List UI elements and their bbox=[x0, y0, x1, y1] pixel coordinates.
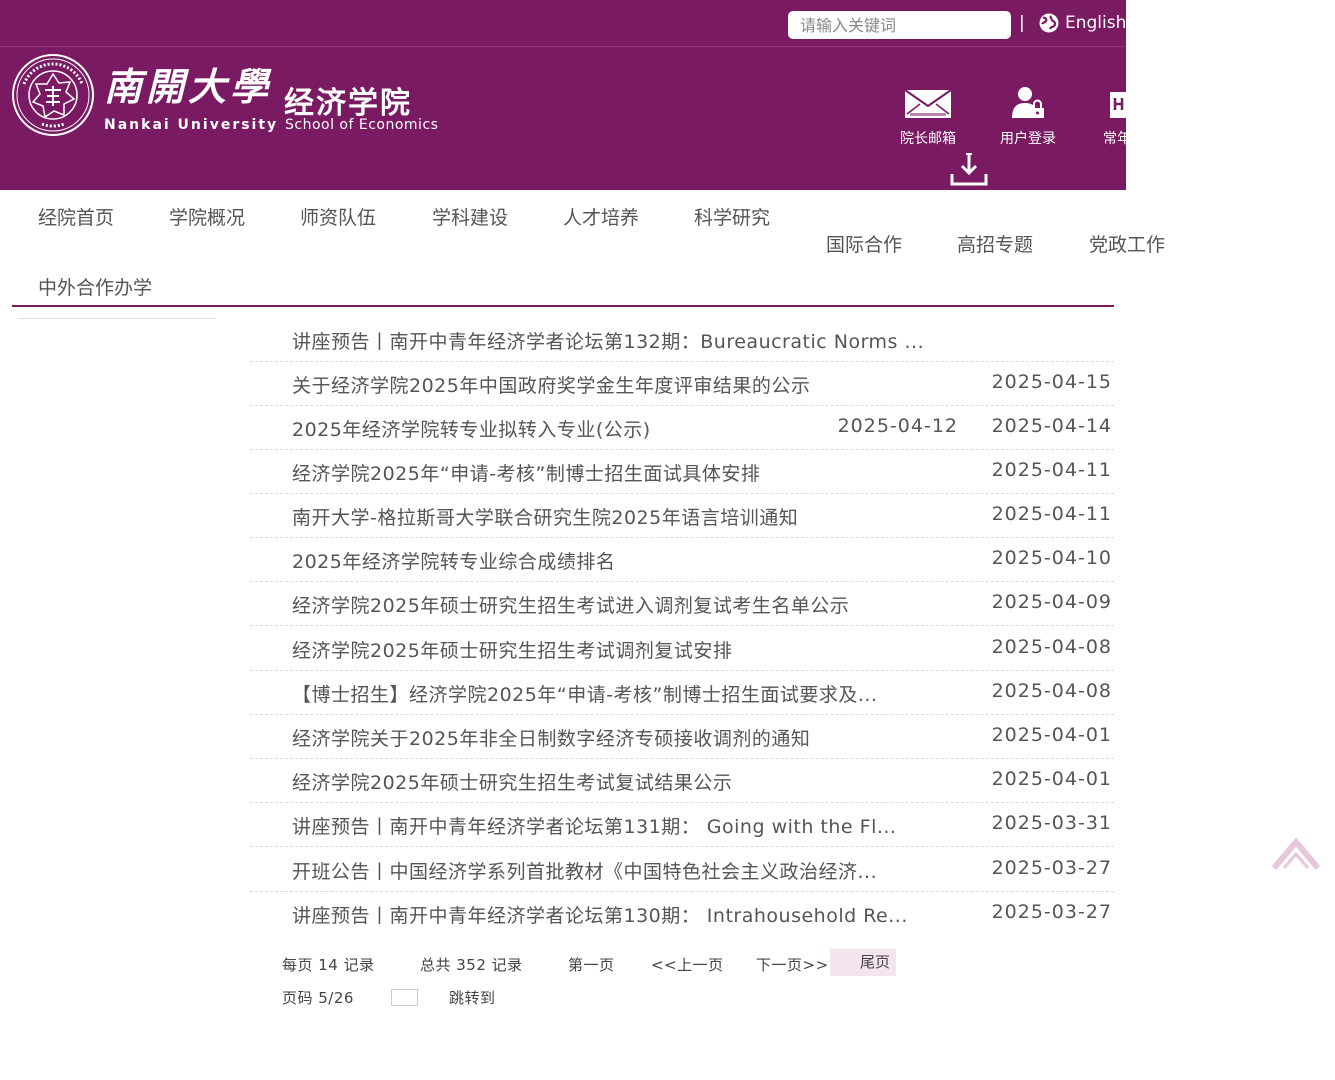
search-input[interactable] bbox=[788, 11, 1011, 39]
building-icon bbox=[1110, 92, 1126, 118]
news-title: 经济学院2025年硕士研究生招生考试调剂复试安排 bbox=[292, 640, 733, 662]
news-item[interactable]: 2025年经济学院转专业拟转入专业(公示) 2025-04-12 2025-04… bbox=[250, 406, 1114, 450]
news-date: 2025-04-10 bbox=[991, 547, 1112, 569]
news-item[interactable]: 经济学院关于2025年非全日制数字经济专硕接收调剂的通知 2025-04-01 bbox=[250, 715, 1114, 759]
university-english-name: Nankai University bbox=[104, 117, 279, 133]
news-date: 2025-04-01 bbox=[991, 724, 1112, 746]
news-title: 经济学院2025年硕士研究生招生考试复试结果公示 bbox=[292, 772, 733, 794]
news-date: 2025-03-27 bbox=[991, 901, 1112, 923]
news-title: 2025年经济学院转专业综合成绩排名 bbox=[292, 551, 616, 573]
english-label: English bbox=[1065, 13, 1126, 33]
news-title: 经济学院2025年“申请-考核”制博士招生面试具体安排 bbox=[292, 463, 761, 485]
news-date: 2025-04-14 bbox=[991, 415, 1112, 437]
user-login-label: 用户登录 bbox=[1000, 131, 1056, 147]
first-page-link[interactable]: 第一页 bbox=[568, 954, 615, 975]
nav-talent-training[interactable]: 人才培养 bbox=[563, 203, 639, 230]
user-login-link[interactable]: 用户登录 bbox=[1000, 86, 1056, 148]
news-title: 经济学院关于2025年非全日制数字经济专硕接收调剂的通知 bbox=[292, 728, 811, 750]
globe-icon bbox=[1039, 13, 1059, 33]
news-date: 2025-04-15 bbox=[991, 371, 1112, 393]
english-link[interactable]: English bbox=[1039, 13, 1126, 33]
prev-page-link[interactable]: <<上一页 bbox=[651, 954, 724, 975]
news-item[interactable]: 经济学院2025年硕士研究生招生考试复试结果公示 2025-04-01 bbox=[250, 759, 1114, 803]
nav-joint-programs[interactable]: 中外合作办学 bbox=[38, 273, 152, 300]
page-jump-input[interactable] bbox=[391, 989, 418, 1006]
news-item[interactable]: 开班公告丨中国经济学系列首批教材《中国特色社会主义政治经济... 2025-03… bbox=[250, 848, 1114, 892]
nav-admissions[interactable]: 高招专题 bbox=[957, 230, 1033, 257]
nav-overview[interactable]: 学院概况 bbox=[169, 203, 245, 230]
next-page-link[interactable]: 下一页>> bbox=[756, 954, 829, 975]
last-page-button[interactable]: 尾页 bbox=[830, 949, 896, 976]
news-title: 【博士招生】经济学院2025年“申请-考核”制博士招生面试要求及... bbox=[292, 684, 878, 706]
news-date: 2025-03-27 bbox=[991, 857, 1112, 879]
university-chinese-name: 南開大學 bbox=[104, 64, 273, 109]
news-date: 2025-04-01 bbox=[991, 768, 1112, 790]
download-icon[interactable] bbox=[950, 152, 988, 186]
news-title: 开班公告丨中国经济学系列首批教材《中国特色社会主义政治经济... bbox=[292, 861, 878, 883]
news-title: 南开大学-格拉斯哥大学联合研究生院2025年语言培训通知 bbox=[292, 507, 799, 529]
nav-disciplines[interactable]: 学科建设 bbox=[432, 203, 508, 230]
sidebar-divider bbox=[18, 318, 216, 319]
news-item[interactable]: 经济学院2025年硕士研究生招生考试调剂复试安排 2025-04-08 bbox=[250, 627, 1114, 671]
nav-underline bbox=[12, 305, 1114, 307]
news-date-secondary: 2025-04-12 bbox=[837, 415, 958, 437]
user-lock-icon bbox=[1012, 87, 1044, 118]
news-item[interactable]: 讲座预告丨南开中青年经济学者论坛第132期：Bureaucratic Norms… bbox=[250, 318, 1114, 362]
mail-icon bbox=[904, 89, 952, 118]
news-item[interactable]: 【博士招生】经济学院2025年“申请-考核”制博士招生面试要求及... 2025… bbox=[250, 671, 1114, 715]
back-to-top-icon[interactable] bbox=[1272, 838, 1320, 870]
news-item[interactable]: 南开大学-格拉斯哥大学联合研究生院2025年语言培训通知 2025-04-11 bbox=[250, 494, 1114, 538]
news-title: 讲座预告丨南开中青年经济学者论坛第130期： Intrahousehold Re… bbox=[292, 905, 908, 927]
perennial-label: 常年 bbox=[1103, 131, 1126, 147]
page-code: 页码 5/26 bbox=[282, 989, 354, 1007]
news-title: 经济学院2025年硕士研究生招生考试进入调剂复试考生名单公示 bbox=[292, 595, 850, 617]
nav-home[interactable]: 经院首页 bbox=[38, 203, 114, 230]
news-item[interactable]: 经济学院2025年硕士研究生招生考试进入调剂复试考生名单公示 2025-04-0… bbox=[250, 582, 1114, 626]
total-count: 总共 352 记录 bbox=[420, 956, 523, 974]
perennial-link[interactable]: 常年 bbox=[1100, 86, 1126, 148]
nav-party-admin[interactable]: 党政工作 bbox=[1089, 230, 1165, 257]
news-item[interactable]: 讲座预告丨南开中青年经济学者论坛第130期： Intrahousehold Re… bbox=[250, 892, 1114, 936]
news-date: 2025-04-11 bbox=[991, 503, 1112, 525]
site-header: | English 南開大學 经济学院 Nankai University Sc… bbox=[0, 0, 1126, 190]
news-item[interactable]: 经济学院2025年“申请-考核”制博士招生面试具体安排 2025-04-11 bbox=[250, 450, 1114, 494]
nav-research[interactable]: 科学研究 bbox=[694, 203, 770, 230]
news-item[interactable]: 2025年经济学院转专业综合成绩排名 2025-04-10 bbox=[250, 538, 1114, 582]
news-date: 2025-04-08 bbox=[991, 680, 1112, 702]
school-english-name: School of Economics bbox=[285, 117, 439, 133]
news-title: 2025年经济学院转专业拟转入专业(公示) bbox=[292, 419, 651, 441]
nav-international[interactable]: 国际合作 bbox=[826, 230, 902, 257]
nav-faculty[interactable]: 师资队伍 bbox=[300, 203, 376, 230]
per-page-count: 每页 14 记录 bbox=[282, 956, 375, 974]
news-date: 2025-04-09 bbox=[991, 591, 1112, 613]
jump-to-link[interactable]: 跳转到 bbox=[449, 987, 496, 1008]
news-title: 讲座预告丨南开中青年经济学者论坛第132期：Bureaucratic Norms… bbox=[292, 331, 925, 353]
news-title: 讲座预告丨南开中青年经济学者论坛第131期： Going with the Fl… bbox=[292, 816, 897, 838]
dean-mailbox-link[interactable]: 院长邮箱 bbox=[900, 86, 956, 148]
news-item[interactable]: 关于经济学院2025年中国政府奖学金生年度评审结果的公示 2025-04-15 bbox=[250, 362, 1114, 406]
school-chinese-name: 经济学院 bbox=[284, 86, 412, 121]
top-separator: | bbox=[1019, 13, 1025, 33]
news-title: 关于经济学院2025年中国政府奖学金生年度评审结果的公示 bbox=[292, 375, 811, 397]
dean-mailbox-label: 院长邮箱 bbox=[900, 131, 956, 147]
news-item[interactable]: 讲座预告丨南开中青年经济学者论坛第131期： Going with the Fl… bbox=[250, 803, 1114, 847]
news-date: 2025-03-31 bbox=[991, 812, 1112, 834]
news-date: 2025-04-11 bbox=[991, 459, 1112, 481]
nankai-seal-logo[interactable] bbox=[12, 54, 94, 136]
news-date: 2025-04-08 bbox=[991, 636, 1112, 658]
